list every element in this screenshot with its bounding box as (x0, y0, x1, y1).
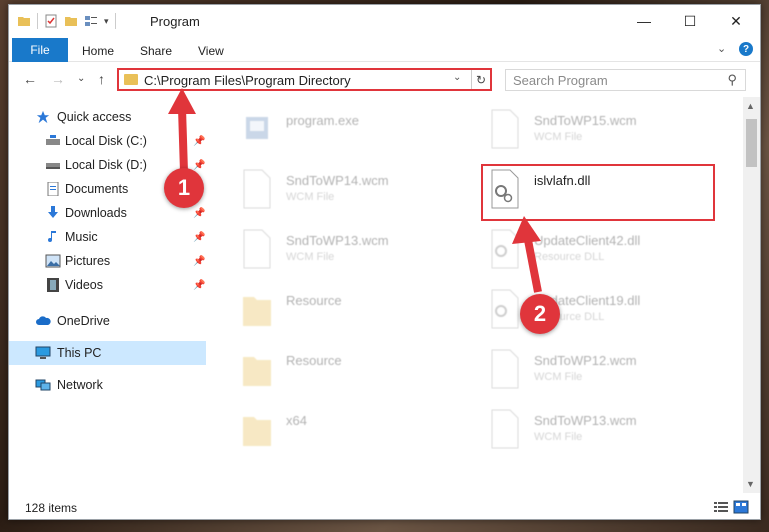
annotation-arrow-1 (168, 88, 196, 173)
annotation-arrow-2 (512, 216, 542, 293)
step-badge-2: 2 (520, 294, 560, 334)
annotation-overlay (168, 88, 542, 293)
step-badge-1: 1 (164, 168, 204, 208)
